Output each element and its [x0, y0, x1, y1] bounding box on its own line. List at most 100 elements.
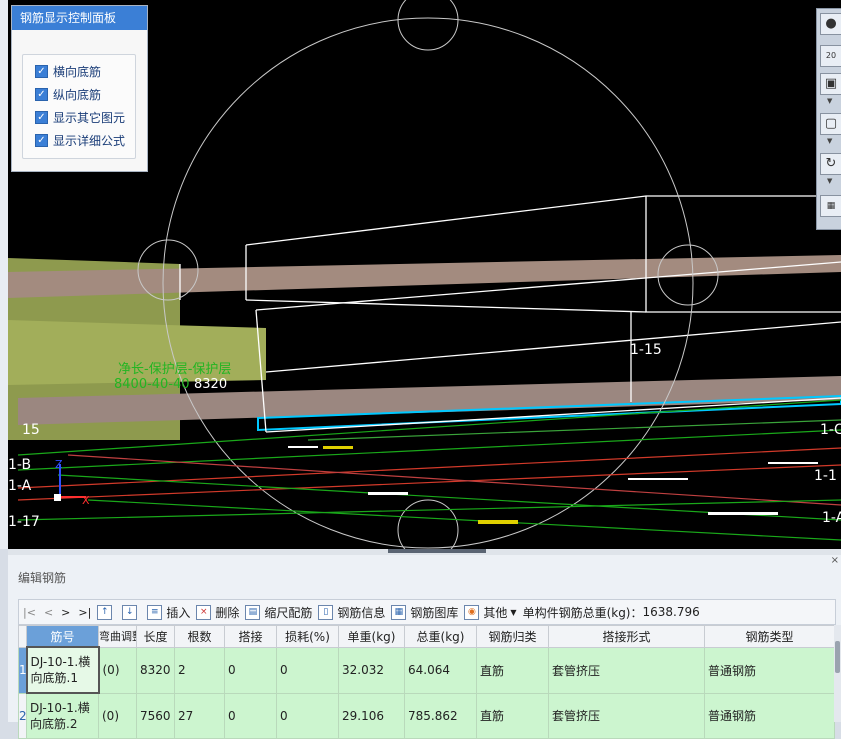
- bend-cell[interactable]: (0): [98, 692, 137, 739]
- option-label: 横向底筋: [53, 64, 102, 79]
- lap-cell[interactable]: 0: [224, 692, 277, 739]
- table-row[interactable]: 2 DJ-10-1.横向底筋.2 (0) 7560 27 0 0 29.106 …: [18, 692, 835, 739]
- library-icon: ▦: [391, 604, 407, 620]
- chevron-down-icon: ▼: [510, 607, 517, 617]
- checkbox-checked-icon[interactable]: ✓: [35, 64, 48, 78]
- move-up-button[interactable]: ↑: [97, 604, 116, 620]
- panel-options-box: ✓ 横向底筋 ✓ 纵向底筋 ✓ 显示其它图元 ✓ 显示详细公式: [22, 54, 136, 159]
- dimension-value: 8320: [194, 377, 227, 392]
- delete-icon: ×: [196, 604, 212, 620]
- rebar-type-cell[interactable]: 普通钢筋: [704, 646, 835, 694]
- rebar-type-cell[interactable]: 普通钢筋: [704, 692, 835, 739]
- bend-cell[interactable]: (0): [98, 646, 137, 694]
- chevron-down-icon[interactable]: ▼: [827, 97, 832, 105]
- axis-label-1-1: 1-1: [814, 468, 837, 484]
- settings-icon: ◉: [464, 604, 480, 620]
- panel-title: 编辑钢筋: [18, 571, 67, 585]
- lap-form-cell[interactable]: 套管挤压: [548, 692, 705, 739]
- lap-cell[interactable]: 0: [224, 646, 277, 694]
- slab-top: [8, 255, 841, 298]
- delete-button[interactable]: × 删除: [196, 604, 239, 621]
- unit-weight-cell[interactable]: 29.106: [338, 692, 405, 739]
- box-view-icon[interactable]: ▢: [820, 113, 841, 135]
- move-down-button[interactable]: ↓: [122, 604, 141, 620]
- loss-cell[interactable]: 0: [276, 646, 339, 694]
- table-row[interactable]: 1 DJ-10-1.横向底筋.1 (0) 8320 2 0 0 32.032 6…: [18, 646, 835, 694]
- close-icon[interactable]: ×: [831, 555, 839, 566]
- splitter-grip[interactable]: [388, 549, 486, 553]
- axis-z-label: Z: [55, 458, 63, 471]
- unit-weight-cell[interactable]: 32.032: [338, 646, 405, 694]
- checkbox-checked-icon[interactable]: ✓: [35, 87, 48, 101]
- option-label: 显示详细公式: [53, 133, 126, 148]
- column-header[interactable]: 搭接: [224, 625, 277, 648]
- column-header[interactable]: 筋号: [26, 625, 99, 648]
- chevron-down-icon[interactable]: ▼: [827, 137, 832, 145]
- rotate-icon[interactable]: ↻: [820, 153, 841, 175]
- option-horizontal-bottom-rebar[interactable]: ✓ 横向底筋: [35, 62, 101, 80]
- column-header[interactable]: 钢筋归类: [476, 625, 549, 648]
- row-number[interactable]: 2: [18, 692, 27, 739]
- count-cell[interactable]: 27: [174, 692, 225, 739]
- first-record-button[interactable]: |<: [23, 606, 36, 619]
- column-header[interactable]: 单重(kg): [338, 625, 405, 648]
- rebar-toolbar: |< < > >| ↑ ↓ ≡ 插入 × 删除 ▤ 缩尺配筋 ▯ 钢筋信息 ▦ 钢筋图库 …: [18, 599, 836, 625]
- last-record-button[interactable]: >|: [78, 606, 91, 619]
- row-number[interactable]: 1: [18, 646, 27, 694]
- rebar-code-cell[interactable]: DJ-10-1.横向底筋.2: [26, 692, 99, 739]
- checkbox-checked-icon[interactable]: ✓: [35, 110, 48, 124]
- dimension-formula: 净长-保护层-保护层: [118, 362, 231, 377]
- column-header[interactable]: 弯曲调整: [98, 625, 137, 648]
- total-weight-cell[interactable]: 785.862: [404, 692, 477, 739]
- scale-bar-button[interactable]: ▤ 缩尺配筋: [245, 604, 312, 621]
- column-header[interactable]: 损耗(%): [276, 625, 339, 648]
- option-show-other-elements[interactable]: ✓ 显示其它图元: [35, 108, 125, 126]
- axis-label-15: 15: [22, 422, 40, 438]
- column-header[interactable]: 根数: [174, 625, 225, 648]
- column-header[interactable]: 搭接形式: [548, 625, 705, 648]
- rebar-code-cell[interactable]: DJ-10-1.横向底筋.1: [25, 646, 100, 694]
- total-weight-cell[interactable]: 64.064: [404, 646, 477, 694]
- axis-label-1-15: 1-15: [630, 342, 662, 358]
- edit-rebar-panel: 编辑钢筋 × |< < > >| ↑ ↓ ≡ 插入 × 删除 ▤ 缩尺配筋 ▯ 钢筋信息…: [8, 555, 841, 739]
- axis-label-1-C: 1-C: [820, 422, 841, 438]
- category-cell[interactable]: 直筋: [476, 692, 549, 739]
- grid-settings-icon[interactable]: ▦: [820, 195, 841, 217]
- option-label: 显示其它图元: [53, 110, 126, 125]
- rebar-info-button[interactable]: ▯ 钢筋信息: [318, 604, 385, 621]
- scene-clutter: [288, 446, 818, 515]
- length-cell[interactable]: 7560: [136, 692, 175, 739]
- table-header: 筋号 弯曲调整 长度 根数 搭接 损耗(%) 单重(kg) 总重(kg) 钢筋归…: [18, 625, 835, 648]
- next-record-button[interactable]: >: [61, 606, 70, 619]
- count-cell[interactable]: 2: [174, 646, 225, 694]
- other-dropdown[interactable]: ◉ 其他 ▼: [464, 604, 517, 621]
- prev-record-button[interactable]: <: [44, 606, 53, 619]
- zoom-2d-button[interactable]: 20: [820, 45, 841, 67]
- arrow-up-icon: ↑: [97, 604, 113, 620]
- axis-label-1-B: 1-B: [8, 457, 31, 473]
- scrollbar-thumb[interactable]: [835, 641, 840, 673]
- checkbox-checked-icon[interactable]: ✓: [35, 133, 48, 147]
- dimension-numbers: 8400-40-40: [114, 377, 190, 392]
- option-show-detailed-formula[interactable]: ✓ 显示详细公式: [35, 131, 125, 149]
- table-vertical-scrollbar[interactable]: [834, 625, 841, 722]
- arrow-down-icon: ↓: [122, 604, 138, 620]
- view-toolbar: ● 20 ▣ ▼ ▢ ▼ ↻ ▼ ▦: [816, 8, 841, 230]
- insert-icon: ≡: [147, 604, 163, 620]
- lap-form-cell[interactable]: 套管挤压: [548, 646, 705, 694]
- sphere-view-icon[interactable]: ●: [820, 13, 841, 35]
- axis-gizmo: Z X: [54, 458, 90, 507]
- column-header[interactable]: 钢筋类型: [704, 625, 835, 648]
- cube-view-icon[interactable]: ▣: [820, 73, 841, 95]
- chevron-down-icon[interactable]: ▼: [827, 177, 832, 185]
- loss-cell[interactable]: 0: [276, 692, 339, 739]
- category-cell[interactable]: 直筋: [476, 646, 549, 694]
- rebar-library-button[interactable]: ▦ 钢筋图库: [391, 604, 458, 621]
- column-header[interactable]: 总重(kg): [404, 625, 477, 648]
- column-header[interactable]: 长度: [136, 625, 175, 648]
- axis-label-1-17: 1-17: [8, 514, 40, 530]
- length-cell[interactable]: 8320: [136, 646, 175, 694]
- insert-button[interactable]: ≡ 插入: [147, 604, 190, 621]
- panel-title: 钢筋显示控制面板: [12, 6, 147, 30]
- option-vertical-bottom-rebar[interactable]: ✓ 纵向底筋: [35, 85, 101, 103]
